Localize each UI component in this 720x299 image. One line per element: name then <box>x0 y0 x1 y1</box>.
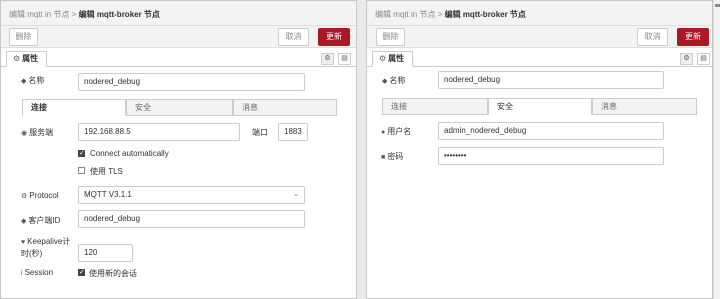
tab-properties[interactable]: ⚙ 属性 <box>372 51 414 67</box>
gear-icon: ⚙ <box>21 193 28 200</box>
breadcrumb-parent[interactable]: 编辑 mqtt in 节点 <box>9 10 69 19</box>
password-field[interactable]: •••••••• <box>438 147 664 165</box>
use-tls-checkbox[interactable] <box>78 167 85 174</box>
breadcrumb-current: 编辑 mqtt-broker 节点 <box>444 10 526 19</box>
name-field[interactable]: nodered_debug <box>438 71 664 89</box>
config-tabs: 连接 安全 消息 <box>22 99 337 116</box>
name-field[interactable]: nodered_debug <box>78 73 305 91</box>
left-editor-panel: 编辑 mqtt in 节点 > 编辑 mqtt-broker 节点 删除 取消 … <box>0 0 357 299</box>
name-label: ◆ 名称 <box>382 76 406 85</box>
protocol-label: ⚙ Protocol <box>21 191 59 200</box>
breadcrumb-separator: > <box>437 10 443 19</box>
user-icon: ● <box>381 129 386 136</box>
tab-messages[interactable]: 消息 <box>592 98 697 115</box>
connect-automatically-checkbox[interactable]: ✓ <box>78 150 85 157</box>
breadcrumb-parent[interactable]: 编辑 mqtt in 节点 <box>375 10 435 19</box>
client-id-field[interactable]: nodered_debug <box>78 210 305 228</box>
editor-header: 编辑 mqtt in 节点 > 编辑 mqtt-broker 节点 <box>367 1 712 26</box>
cancel-button[interactable]: 取消 <box>637 28 668 46</box>
cancel-button[interactable]: 取消 <box>278 28 309 46</box>
tab-messages[interactable]: 消息 <box>233 99 337 116</box>
breadcrumb: 编辑 mqtt in 节点 > 编辑 mqtt-broker 节点 <box>375 9 526 20</box>
connect-automatically-label: Connect automatically <box>90 149 169 158</box>
lock-icon: ■ <box>381 154 386 161</box>
port-field[interactable]: 1883 <box>278 123 308 141</box>
delete-button[interactable]: 删除 <box>376 28 405 46</box>
tab-security[interactable]: 安全 <box>126 99 233 116</box>
username-label: ● 用户名 <box>381 127 412 136</box>
name-label: ◆ 名称 <box>21 76 45 85</box>
client-id-label: ◆ 客户端ID <box>21 216 61 225</box>
background-window-edge <box>713 0 720 299</box>
tab-properties[interactable]: ⚙ 属性 <box>6 51 48 67</box>
tab-connection[interactable]: 连接 <box>382 98 488 115</box>
tag-icon: ◆ <box>21 218 27 225</box>
port-label: 端口 <box>252 128 268 137</box>
delete-button[interactable]: 删除 <box>9 28 38 46</box>
keepalive-label: ♥ Keepalive计 时(秒) <box>21 237 71 258</box>
username-field[interactable]: admin_nodered_debug <box>438 122 664 140</box>
use-tls-label: 使用 TLS <box>90 167 123 176</box>
update-button[interactable]: 更新 <box>677 28 709 46</box>
properties-tab-bar: ⚙ 属性 ⚙ ▤ <box>367 51 712 67</box>
editor-toolbar: 删除 取消 更新 <box>367 26 712 48</box>
breadcrumb-current: 编辑 mqtt-broker 节点 <box>78 10 160 19</box>
protocol-select[interactable]: MQTT V3.1.1 ⌄ <box>78 186 305 204</box>
update-button[interactable]: 更新 <box>318 28 350 46</box>
server-field[interactable]: 192.168.88.5 <box>78 123 240 141</box>
gear-icon: ⚙ <box>379 54 387 63</box>
description-icon[interactable]: ▤ <box>697 53 710 65</box>
properties-tab-bar: ⚙ 属性 ⚙ ▤ <box>1 51 356 67</box>
config-tabs: 连接 安全 消息 <box>382 98 697 115</box>
edge-marker-icon <box>715 4 720 7</box>
tab-security[interactable]: 安全 <box>488 98 592 115</box>
tag-icon: ◆ <box>21 78 27 85</box>
editor-toolbar: 删除 取消 更新 <box>1 26 356 48</box>
settings-gear-icon[interactable]: ⚙ <box>680 53 693 65</box>
info-icon: i <box>21 270 23 277</box>
heart-icon: ♥ <box>21 239 26 246</box>
chevron-down-icon: ⌄ <box>293 191 299 198</box>
server-label: ◉ 服务端 <box>21 128 54 137</box>
settings-gear-icon[interactable]: ⚙ <box>321 53 334 65</box>
description-icon[interactable]: ▤ <box>338 53 351 65</box>
panel-divider <box>357 0 366 299</box>
keepalive-field[interactable]: 120 <box>78 244 133 262</box>
breadcrumb-separator: > <box>71 10 77 19</box>
breadcrumb: 编辑 mqtt in 节点 > 编辑 mqtt-broker 节点 <box>9 9 160 20</box>
gear-icon: ⚙ <box>13 54 21 63</box>
globe-icon: ◉ <box>21 130 28 137</box>
session-label: i Session <box>21 268 54 277</box>
clean-session-label: 使用新的会话 <box>89 269 137 278</box>
clean-session-checkbox[interactable]: ✓ <box>78 269 85 276</box>
right-editor-panel: 编辑 mqtt in 节点 > 编辑 mqtt-broker 节点 删除 取消 … <box>366 0 713 299</box>
tab-connection[interactable]: 连接 <box>22 99 126 116</box>
password-label: ■ 密码 <box>381 152 404 161</box>
editor-header: 编辑 mqtt in 节点 > 编辑 mqtt-broker 节点 <box>1 1 356 26</box>
tag-icon: ◆ <box>382 78 388 85</box>
